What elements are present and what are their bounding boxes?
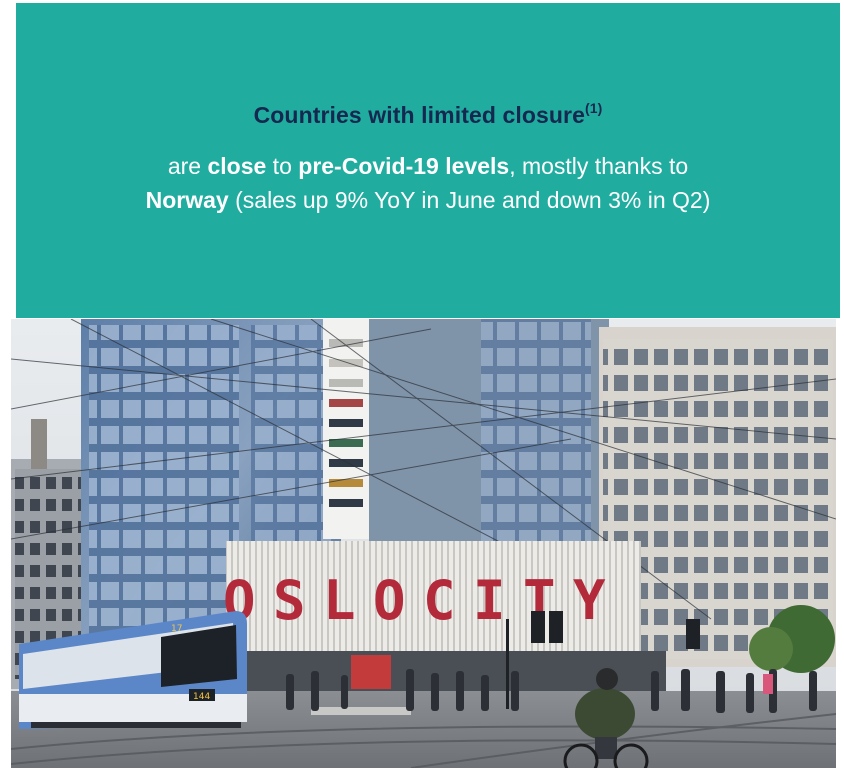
body-text-segment: to [266, 153, 299, 179]
body-text-segment: (sales up 9% YoY in June and down 3% in … [228, 187, 711, 213]
chimney [31, 419, 47, 469]
sign-letter: S [273, 569, 306, 632]
headline-text: Countries with limited closure [253, 102, 585, 128]
headline-footnote: (1) [585, 100, 603, 117]
sign-letter: I [473, 569, 506, 632]
street-scene-illustration: O S L O C I T Y 144 17 [11, 319, 836, 768]
slide-body-text: are close to pre-Covid-19 levels, mostly… [16, 149, 840, 217]
body-line-1: are close to pre-Covid-19 levels, mostly… [16, 149, 840, 183]
body-text-emphasis: close [207, 153, 267, 179]
sign-letter: C [423, 569, 456, 632]
sign-letter: O [373, 569, 406, 632]
body-text-segment: are [167, 153, 208, 179]
oslo-city-photo: O S L O C I T Y 144 17 [11, 319, 836, 768]
body-text-segment: , mostly thanks to [509, 153, 689, 179]
body-text-emphasis: Norway [145, 187, 229, 213]
tram-number: 144 [193, 692, 210, 702]
slide-headline: Countries with limited closure(1) [16, 100, 840, 129]
body-line-2: Norway (sales up 9% YoY in June and down… [16, 183, 840, 217]
sign-letter: Y [573, 569, 606, 632]
body-text-emphasis: pre-Covid-19 levels [298, 153, 510, 179]
header-panel: Countries with limited closure(1) are cl… [16, 3, 840, 318]
sign-letter: L [323, 569, 356, 632]
tram-route: 17 [171, 624, 182, 634]
